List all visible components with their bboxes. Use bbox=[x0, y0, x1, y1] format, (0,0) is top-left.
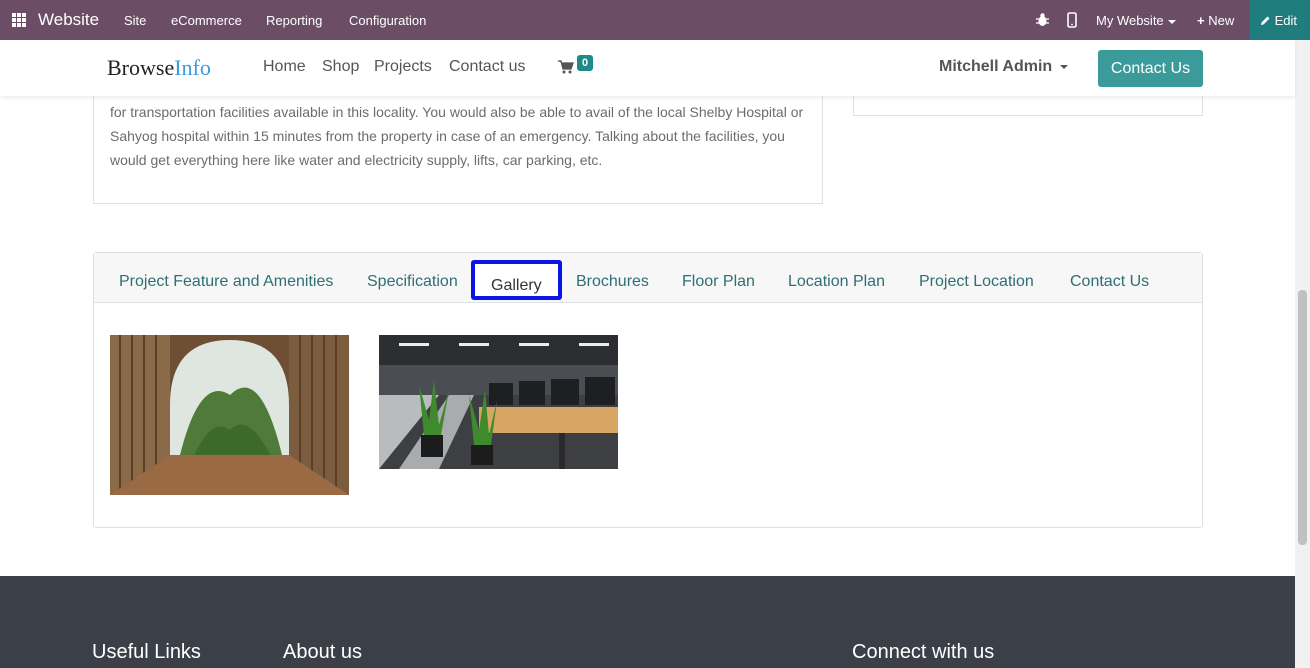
tab-brochures[interactable]: Brochures bbox=[576, 273, 649, 291]
chevron-down-icon bbox=[1167, 19, 1176, 24]
page-scrollbar-thumb[interactable] bbox=[1298, 290, 1307, 545]
tab-specification[interactable]: Specification bbox=[367, 273, 458, 291]
nav-shop[interactable]: Shop bbox=[322, 58, 359, 76]
project-tabs-card: Project Feature and Amenities Specificat… bbox=[93, 252, 1203, 528]
cart-count-badge: 0 bbox=[577, 55, 593, 71]
my-website-dropdown[interactable]: My Website bbox=[1096, 13, 1176, 28]
tab-bar: Project Feature and Amenities Specificat… bbox=[94, 253, 1202, 303]
project-description-text: for transportation facilities available … bbox=[110, 104, 804, 168]
cart-icon[interactable] bbox=[558, 60, 574, 74]
app-title[interactable]: Website bbox=[38, 10, 99, 30]
menu-ecommerce[interactable]: eCommerce bbox=[171, 13, 242, 28]
gallery-image-office[interactable] bbox=[379, 335, 618, 469]
logo-text-info: Info bbox=[174, 55, 211, 80]
website-header: BrowseInfo Home Shop Projects Contact us… bbox=[0, 40, 1295, 96]
tab-floor-plan[interactable]: Floor Plan bbox=[682, 273, 755, 291]
menu-configuration[interactable]: Configuration bbox=[349, 13, 426, 28]
mobile-preview-icon[interactable] bbox=[1067, 12, 1077, 28]
nav-contact-us[interactable]: Contact us bbox=[449, 58, 525, 76]
menu-reporting[interactable]: Reporting bbox=[266, 13, 322, 28]
edit-button[interactable]: Edit bbox=[1250, 0, 1310, 40]
gallery-image-atrium[interactable] bbox=[110, 335, 349, 495]
chevron-down-icon bbox=[1060, 64, 1069, 69]
site-logo[interactable]: BrowseInfo bbox=[107, 55, 211, 81]
site-footer: Useful Links About us Connect with us bbox=[0, 576, 1295, 668]
user-menu[interactable]: Mitchell Admin bbox=[939, 58, 1069, 76]
new-button[interactable]: + New bbox=[1197, 13, 1234, 28]
my-website-label: My Website bbox=[1096, 13, 1164, 28]
user-name: Mitchell Admin bbox=[939, 58, 1053, 75]
footer-connect-heading: Connect with us bbox=[852, 641, 995, 663]
tab-gallery[interactable]: Gallery bbox=[471, 260, 562, 300]
menu-site[interactable]: Site bbox=[124, 13, 146, 28]
tab-contact-us[interactable]: Contact Us bbox=[1070, 273, 1149, 291]
edit-label: Edit bbox=[1274, 13, 1298, 28]
pencil-icon bbox=[1261, 16, 1270, 25]
footer-about-us-heading: About us bbox=[283, 641, 362, 663]
nav-projects[interactable]: Projects bbox=[374, 58, 432, 76]
logo-text-browse: Browse bbox=[107, 55, 175, 80]
tab-project-location[interactable]: Project Location bbox=[919, 273, 1034, 291]
apps-grid-icon[interactable] bbox=[12, 13, 26, 27]
tab-location-plan[interactable]: Location Plan bbox=[788, 273, 885, 291]
nav-home[interactable]: Home bbox=[263, 58, 306, 76]
footer-useful-links-heading: Useful Links bbox=[92, 641, 201, 663]
contact-us-button[interactable]: Contact Us bbox=[1098, 50, 1203, 87]
admin-topbar: Website Site eCommerce Reporting Configu… bbox=[0, 0, 1310, 40]
new-label: New bbox=[1208, 13, 1235, 28]
bug-icon[interactable] bbox=[1036, 12, 1049, 27]
plus-icon: + bbox=[1197, 13, 1205, 28]
tab-project-feature-amenities[interactable]: Project Feature and Amenities bbox=[119, 273, 333, 291]
